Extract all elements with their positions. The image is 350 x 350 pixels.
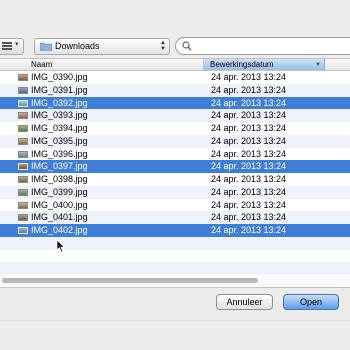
file-date: 24 apr. 2013 13:24: [211, 135, 287, 146]
location-label: Downloads: [55, 41, 100, 51]
file-date: 24 apr. 2013 13:24: [211, 148, 287, 159]
open-button[interactable]: Open: [283, 294, 339, 310]
file-row[interactable]: IMG_0398.jpg 24 apr. 2013 13:24: [0, 173, 350, 186]
file-date: 24 apr. 2013 13:24: [211, 110, 287, 121]
file-list[interactable]: Naam Bewerkingsdatum ▼ IMG_0390.jpg 24 ap…: [0, 58, 350, 288]
horizontal-scrollbar[interactable]: [0, 276, 350, 286]
list-header: Naam Bewerkingsdatum ▼: [0, 59, 350, 71]
file-date: 24 apr. 2013 13:24: [211, 199, 287, 210]
file-row[interactable]: IMG_0401.jpg 24 apr. 2013 13:24: [0, 211, 350, 224]
sort-descending-icon: ▼: [315, 62, 321, 68]
image-thumbnail-icon: [18, 112, 28, 120]
file-date: 24 apr. 2013 13:24: [211, 84, 287, 95]
folder-icon: [40, 42, 52, 51]
search-field[interactable]: [175, 37, 350, 55]
file-name: IMG_0401.jpg: [31, 212, 88, 223]
search-icon: [182, 41, 192, 51]
image-thumbnail-icon: [18, 201, 28, 209]
file-date: 24 apr. 2013 13:24: [211, 212, 287, 223]
file-name: IMG_0399.jpg: [31, 186, 88, 197]
file-row[interactable]: IMG_0397.jpg 24 apr. 2013 13:24: [0, 160, 350, 173]
file-name: IMG_0394.jpg: [31, 123, 88, 133]
file-name: IMG_0393.jpg: [31, 110, 88, 121]
dialog-toolbar: ▾ Downloads ▲ ▼: [0, 0, 350, 57]
file-rows: IMG_0390.jpg 24 apr. 2013 13:24 IMG_0391.j…: [0, 71, 350, 275]
file-row[interactable]: IMG_0395.jpg 24 apr. 2013 13:24: [0, 134, 350, 148]
image-thumbnail-icon: [18, 227, 28, 234]
updown-arrows-icon: ▲ ▼: [160, 40, 166, 52]
file-name: IMG_0402.jpg: [31, 225, 88, 235]
empty-row: [0, 236, 350, 250]
file-name: IMG_0400.jpg: [31, 199, 88, 210]
cancel-button[interactable]: Annuleer: [216, 294, 273, 310]
image-thumbnail-icon: [18, 214, 28, 222]
file-row[interactable]: IMG_0394.jpg 24 apr. 2013 13:24: [0, 122, 350, 135]
column-header-name-label: Naam: [31, 60, 53, 69]
image-thumbnail-icon: [18, 150, 28, 158]
file-row[interactable]: IMG_0390.jpg 24 apr. 2013 13:24: [0, 71, 350, 84]
image-thumbnail-icon: [18, 176, 28, 183]
column-header-date[interactable]: Bewerkingsdatum ▼: [204, 59, 325, 70]
image-thumbnail-icon: [18, 99, 28, 107]
file-name: IMG_0390.jpg: [31, 72, 88, 82]
file-row[interactable]: IMG_0392.jpg 24 apr. 2013 13:24: [0, 96, 350, 110]
list-view-icon: [2, 42, 12, 50]
file-name: IMG_0391.jpg: [31, 84, 88, 95]
file-name: IMG_0392.jpg: [31, 97, 88, 108]
file-name: IMG_0397.jpg: [31, 161, 88, 172]
image-thumbnail-icon: [18, 188, 28, 196]
file-row[interactable]: IMG_0393.jpg 24 apr. 2013 13:24: [0, 109, 350, 122]
location-popup[interactable]: Downloads ▲ ▼: [34, 38, 170, 55]
image-thumbnail-icon: [18, 163, 28, 171]
file-row[interactable]: IMG_0399.jpg 24 apr. 2013 13:24: [0, 185, 350, 199]
file-row[interactable]: IMG_0396.jpg 24 apr. 2013 13:24: [0, 148, 350, 161]
file-date: 24 apr. 2013 13:24: [211, 174, 287, 184]
image-thumbnail-icon: [18, 74, 28, 81]
image-thumbnail-icon: [18, 86, 28, 94]
empty-row: [0, 262, 350, 275]
file-date: 24 apr. 2013 13:24: [211, 186, 287, 197]
mouse-cursor-icon: [57, 240, 66, 253]
file-date: 24 apr. 2013 13:24: [211, 123, 287, 133]
file-name: IMG_0398.jpg: [31, 174, 88, 184]
image-thumbnail-icon: [18, 137, 28, 145]
file-date: 24 apr. 2013 13:24: [211, 72, 287, 82]
file-row[interactable]: IMG_0391.jpg 24 apr. 2013 13:24: [0, 83, 350, 97]
image-thumbnail-icon: [18, 125, 28, 132]
file-row[interactable]: IMG_0400.jpg 24 apr. 2013 13:24: [0, 199, 350, 212]
column-header-date-label: Bewerkingsdatum: [210, 60, 274, 69]
chevron-down-icon: ▾: [15, 41, 19, 48]
file-date: 24 apr. 2013 13:24: [211, 161, 287, 172]
divider: [0, 320, 350, 321]
column-header-name[interactable]: Naam: [0, 59, 204, 70]
file-name: IMG_0395.jpg: [31, 135, 88, 146]
scrollbar-thumb[interactable]: [2, 278, 258, 283]
view-mode-button[interactable]: ▾: [0, 38, 24, 55]
file-row[interactable]: IMG_0402.jpg 24 apr. 2013 13:24: [0, 224, 350, 237]
file-date: 24 apr. 2013 13:24: [211, 225, 287, 235]
file-name: IMG_0396.jpg: [31, 148, 88, 159]
empty-row: [0, 250, 350, 263]
file-date: 24 apr. 2013 13:24: [211, 97, 287, 108]
